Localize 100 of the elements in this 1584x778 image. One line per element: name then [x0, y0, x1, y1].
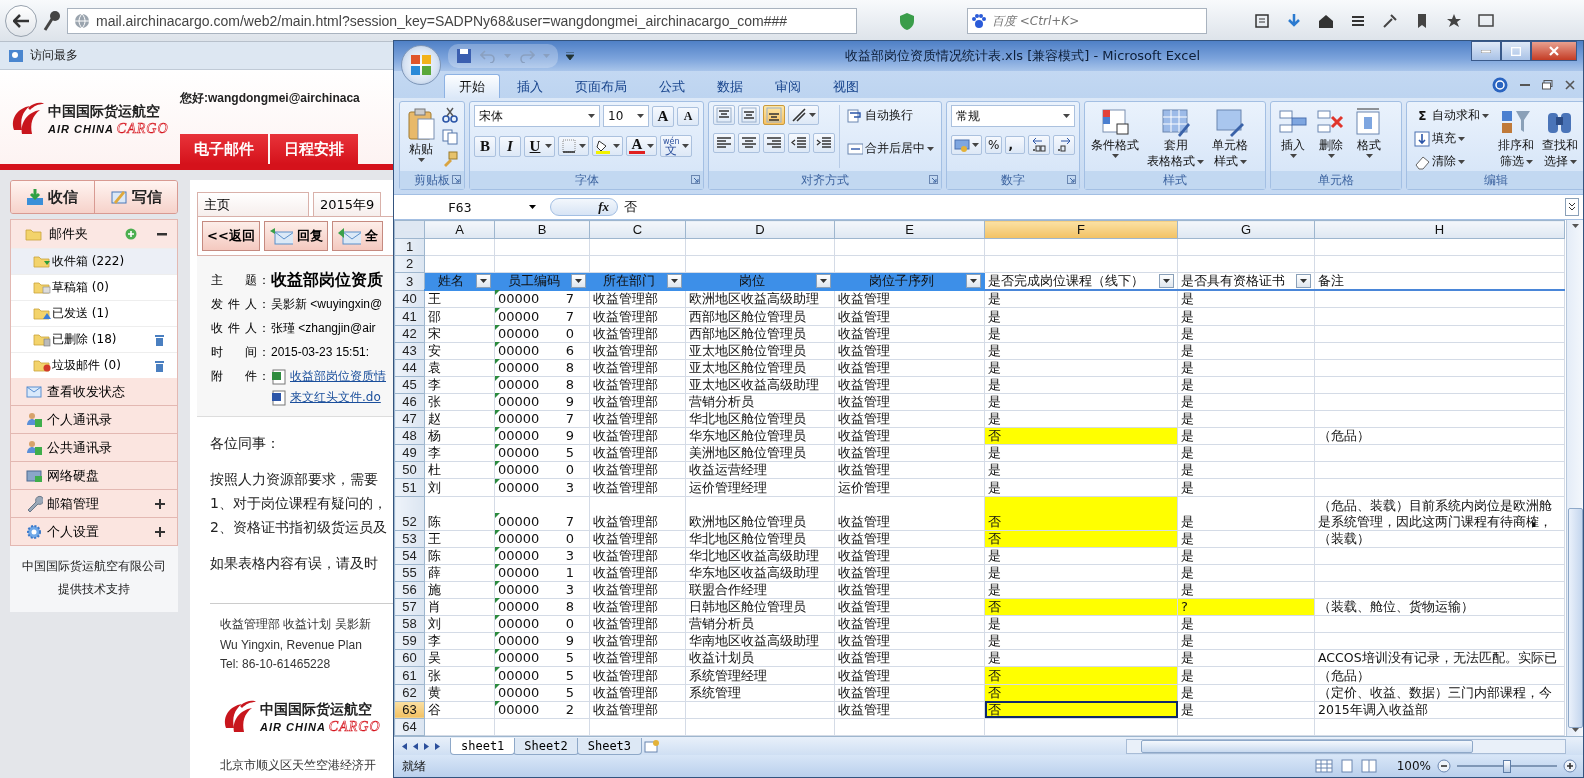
- table-cell[interactable]: 是: [984, 461, 1178, 479]
- indent-button[interactable]: [788, 133, 810, 153]
- column-header[interactable]: B: [494, 220, 590, 239]
- plus-icon[interactable]: [155, 498, 165, 509]
- mail-action-button[interactable]: 写信: [94, 181, 177, 213]
- ribbon-tab[interactable]: 视图: [818, 74, 874, 98]
- align-button[interactable]: [763, 105, 785, 125]
- filter-button[interactable]: [476, 274, 491, 289]
- ribbon-tab[interactable]: 数据: [702, 74, 758, 98]
- close-icon[interactable]: [1565, 80, 1575, 90]
- trash-icon[interactable]: [154, 333, 165, 346]
- ribbon-tab[interactable]: 页面布局: [560, 74, 642, 98]
- table-cell[interactable]: 是: [984, 581, 1178, 599]
- zoom-out-icon[interactable]: [1437, 759, 1451, 773]
- customize-icon[interactable]: [566, 52, 574, 60]
- dialog-launcher-icon[interactable]: [452, 175, 461, 184]
- sheet-tab[interactable]: Sheet2: [513, 737, 579, 755]
- filter-button[interactable]: [816, 274, 831, 289]
- orientation-button[interactable]: [788, 105, 819, 125]
- column-header[interactable]: C: [589, 220, 686, 239]
- ribbon-tab[interactable]: 公式: [644, 74, 700, 98]
- comma-button[interactable]: ,: [1005, 136, 1026, 154]
- column-header[interactable]: G: [1177, 220, 1315, 239]
- ribbon-button[interactable]: 条件格式: [1089, 105, 1142, 168]
- table-cell[interactable]: 是: [984, 290, 1178, 308]
- bold-button[interactable]: B: [474, 135, 496, 157]
- attachment-link[interactable]: 来文红头文件.do: [271, 389, 386, 406]
- ribbon-button[interactable]: 填充: [1411, 128, 1493, 149]
- name-box[interactable]: F63: [394, 197, 544, 217]
- filter-button[interactable]: [1159, 274, 1174, 289]
- maximize-button[interactable]: [1501, 41, 1531, 61]
- number-format-field[interactable]: 常规: [951, 105, 1075, 127]
- border-button[interactable]: [558, 136, 589, 156]
- decrease-decimal-button[interactable]: [1053, 135, 1076, 155]
- function-button[interactable]: fx: [550, 198, 618, 216]
- sidebar-item[interactable]: 网络硬盘: [10, 462, 178, 490]
- office-button[interactable]: [401, 45, 441, 85]
- zoom-in-icon[interactable]: [1563, 759, 1577, 773]
- ribbon-button[interactable]: 格式: [1351, 105, 1388, 160]
- table-cell[interactable]: 是: [984, 615, 1178, 633]
- align-button[interactable]: [738, 105, 760, 125]
- italic-button[interactable]: I: [499, 135, 521, 157]
- ribbon-tab[interactable]: 开始: [444, 74, 500, 98]
- currency-button[interactable]: [951, 135, 982, 155]
- tools-icon[interactable]: [1381, 11, 1399, 30]
- increase-decimal-button[interactable]: [1028, 135, 1051, 155]
- ribbon-button[interactable]: 查找和 选择: [1540, 105, 1581, 168]
- bookmark-list-icon[interactable]: [1253, 11, 1271, 30]
- column-header[interactable]: D: [685, 220, 835, 239]
- column-header[interactable]: E: [834, 220, 985, 239]
- formula-field[interactable]: 否: [624, 198, 637, 216]
- table-cell[interactable]: 是: [984, 342, 1178, 360]
- page-tab[interactable]: 主页: [197, 192, 309, 216]
- ribbon-tab[interactable]: 审阅: [760, 74, 816, 98]
- ribbon-button[interactable]: 清除: [1411, 151, 1493, 172]
- ribbon-button[interactable]: Σ 自动求和: [1411, 105, 1493, 126]
- row-header[interactable]: 52: [394, 496, 425, 531]
- sidebar-item[interactable]: 个人通讯录: [10, 406, 178, 434]
- table-cell[interactable]: 是: [984, 376, 1178, 394]
- filter-button[interactable]: [667, 274, 682, 289]
- sidebar-item[interactable]: 邮箱管理: [10, 490, 178, 518]
- dialog-launcher-icon[interactable]: [929, 175, 938, 184]
- restore-icon[interactable]: [1542, 80, 1553, 90]
- font-size-field[interactable]: 10: [603, 105, 649, 127]
- collapse-icon[interactable]: [157, 232, 167, 236]
- table-cell[interactable]: 是: [984, 393, 1178, 411]
- filter-button[interactable]: [1296, 274, 1311, 289]
- column-header[interactable]: F: [984, 220, 1178, 239]
- paste-button[interactable]: 粘贴: [404, 105, 438, 168]
- ribbon-button[interactable]: 排序和 筛选: [1496, 105, 1537, 168]
- minimize-button[interactable]: [1471, 41, 1501, 61]
- slider-thumb[interactable]: [1503, 759, 1511, 773]
- table-cell[interactable]: 是: [984, 325, 1178, 343]
- filter-button[interactable]: [966, 274, 981, 289]
- ribbon-button[interactable]: 套用 表格格式: [1145, 105, 1207, 168]
- ribbon-button[interactable]: 单元格 样式: [1210, 105, 1251, 168]
- column-header[interactable]: A: [424, 220, 495, 239]
- plus-icon[interactable]: [155, 526, 165, 537]
- nav-tab[interactable]: 电子邮件: [180, 134, 268, 164]
- key-icon[interactable]: [43, 9, 61, 32]
- mail-action-button[interactable]: 收信: [11, 181, 95, 213]
- sheet-tab[interactable]: sheet1: [450, 737, 516, 755]
- copy-icon[interactable]: [442, 129, 458, 145]
- folder-item[interactable]: 已发送 (1): [11, 300, 177, 326]
- trash-icon[interactable]: [154, 359, 165, 372]
- table-cell[interactable]: 是: [984, 632, 1178, 650]
- ribbon-button[interactable]: 删除: [1313, 105, 1350, 160]
- save-icon[interactable]: [456, 48, 472, 64]
- toolbar-button[interactable]: 回复: [263, 221, 328, 251]
- scissors-icon[interactable]: [442, 107, 458, 123]
- attachment-link[interactable]: 收益部岗位资质情: [271, 368, 386, 385]
- horizontal-scrollbar[interactable]: [1126, 738, 1566, 754]
- align-button[interactable]: [713, 105, 735, 125]
- percent-button[interactable]: %: [985, 136, 1003, 154]
- table-cell[interactable]: 是: [984, 307, 1178, 326]
- bookmark-link[interactable]: 访问最多: [30, 47, 78, 64]
- sheet-tab[interactable]: Sheet3: [576, 737, 643, 755]
- filter-button[interactable]: [571, 274, 586, 289]
- ribbon-button[interactable]: 插入: [1275, 105, 1312, 160]
- sidebar-item[interactable]: 公共通讯录: [10, 434, 178, 462]
